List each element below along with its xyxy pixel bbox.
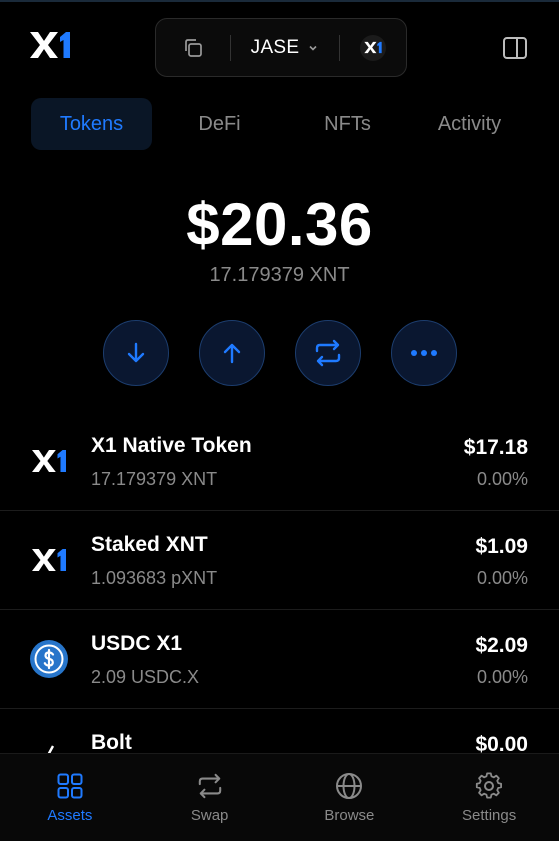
nav-swap[interactable]: Swap bbox=[140, 754, 280, 841]
token-change: 0.00% bbox=[476, 469, 528, 489]
nav-label: Settings bbox=[462, 807, 517, 824]
token-value: $2.09 bbox=[475, 634, 528, 657]
token-icon bbox=[28, 440, 70, 482]
account-name: JASE bbox=[250, 36, 300, 58]
x1-network-icon bbox=[364, 41, 382, 54]
grid-icon bbox=[56, 772, 84, 800]
nav-browse[interactable]: Browse bbox=[280, 754, 420, 841]
token-value: $1.09 bbox=[475, 535, 528, 558]
token-value: $17.18 bbox=[463, 436, 528, 459]
token-change: 0.00% bbox=[476, 667, 528, 687]
x1-logo-icon bbox=[32, 548, 66, 572]
more-button[interactable] bbox=[390, 320, 457, 386]
gear-icon bbox=[475, 772, 503, 800]
native-balance: 17.179379 XNT bbox=[209, 264, 350, 286]
token-name: USDC X1 bbox=[91, 632, 183, 655]
account-selector: JASE bbox=[155, 18, 407, 77]
token-amount: 2.09 USDC.X bbox=[91, 667, 200, 687]
token-list: X1 Native Token 17.179379 XNT $17.18 0.0… bbox=[0, 412, 559, 808]
token-name: X1 Native Token bbox=[91, 434, 252, 457]
token-row-staked-xnt[interactable]: Staked XNT 1.093683 pXNT $1.09 0.00% bbox=[0, 511, 559, 610]
bottom-nav: Assets Swap Browse Settings bbox=[0, 753, 559, 841]
token-amount: 1.093683 pXNT bbox=[91, 568, 218, 588]
token-amount: 17.179379 XNT bbox=[91, 469, 218, 489]
tab-tokens[interactable]: Tokens bbox=[31, 98, 152, 150]
network-button[interactable] bbox=[340, 19, 406, 76]
copy-address-button[interactable] bbox=[156, 19, 230, 76]
tab-bar: Tokens DeFi NFTs Activity bbox=[31, 98, 531, 150]
x1-logo[interactable] bbox=[30, 30, 70, 60]
arrow-up-icon bbox=[223, 343, 240, 364]
network-badge bbox=[360, 34, 386, 61]
swap-button[interactable] bbox=[294, 320, 361, 386]
more-icon bbox=[410, 350, 437, 356]
tab-activity[interactable]: Activity bbox=[408, 98, 531, 150]
total-balance: $20.36 bbox=[186, 191, 373, 258]
usdc-icon bbox=[30, 640, 68, 678]
account-name-button[interactable]: JASE bbox=[231, 19, 339, 76]
receive-button[interactable] bbox=[102, 320, 169, 386]
token-name: Bolt bbox=[91, 731, 132, 754]
nav-settings[interactable]: Settings bbox=[419, 754, 559, 841]
nav-label: Assets bbox=[47, 807, 93, 824]
token-icon bbox=[28, 638, 70, 680]
token-change: 0.00% bbox=[476, 568, 528, 588]
header: JASE bbox=[0, 0, 559, 90]
nav-label: Swap bbox=[190, 807, 229, 824]
globe-icon bbox=[335, 772, 363, 800]
nav-assets[interactable]: Assets bbox=[0, 754, 140, 841]
token-icon bbox=[28, 539, 70, 581]
action-buttons bbox=[0, 320, 559, 386]
sidebar-icon bbox=[503, 37, 527, 59]
tab-defi[interactable]: DeFi bbox=[152, 98, 287, 150]
x1-logo-icon bbox=[30, 32, 70, 58]
swap-icon bbox=[315, 339, 340, 367]
arrow-down-icon bbox=[127, 342, 144, 363]
token-row-x1-native[interactable]: X1 Native Token 17.179379 XNT $17.18 0.0… bbox=[0, 412, 559, 511]
swap-icon bbox=[196, 772, 224, 800]
chevron-down-icon bbox=[309, 45, 317, 51]
token-name: Staked XNT bbox=[91, 533, 208, 556]
sidebar-toggle-button[interactable] bbox=[503, 37, 527, 59]
nav-label: Browse bbox=[324, 807, 375, 824]
tab-nfts[interactable]: NFTs bbox=[287, 98, 408, 150]
send-button[interactable] bbox=[198, 320, 265, 386]
x1-logo-icon bbox=[32, 449, 66, 473]
copy-icon bbox=[185, 38, 202, 57]
token-row-usdc[interactable]: USDC X1 2.09 USDC.X $2.09 0.00% bbox=[0, 610, 559, 709]
